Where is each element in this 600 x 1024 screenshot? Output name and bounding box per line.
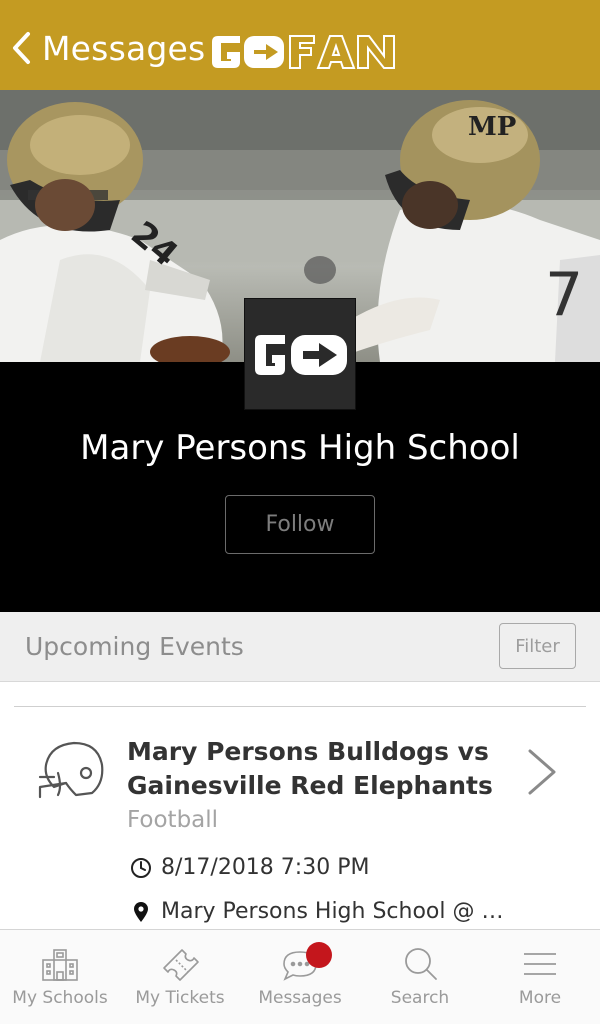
tab-label: My Tickets bbox=[135, 988, 225, 1008]
chevron-left-icon bbox=[13, 32, 30, 64]
menu-icon bbox=[524, 953, 556, 975]
back-button[interactable]: Messages bbox=[10, 28, 205, 68]
team-logo-badge bbox=[244, 298, 356, 410]
event-location-row: Mary Persons High School @ … bbox=[130, 899, 503, 924]
clock-icon bbox=[131, 857, 151, 878]
tab-search[interactable]: Search bbox=[360, 930, 480, 1024]
notification-badge bbox=[306, 942, 332, 968]
tab-my-schools[interactable]: My Schools bbox=[0, 930, 120, 1024]
back-label: Messages bbox=[42, 28, 206, 68]
tab-my-tickets[interactable]: My Tickets bbox=[120, 930, 240, 1024]
upcoming-events-title: Upcoming Events bbox=[25, 632, 244, 661]
svg-text:7: 7 bbox=[545, 260, 583, 330]
tab-label: More bbox=[518, 988, 562, 1008]
tab-label: Search bbox=[390, 988, 450, 1008]
tab-more[interactable]: More bbox=[480, 930, 600, 1024]
event-datetime-row: 8/17/2018 7:30 PM bbox=[130, 855, 369, 880]
filter-button[interactable]: Filter bbox=[499, 623, 576, 669]
svg-text:MP: MP bbox=[468, 112, 516, 142]
bottom-tab-bar: My Schools My Tickets Messages Search Mo… bbox=[0, 929, 600, 1024]
event-list-item[interactable]: Mary Persons Bulldogs vs Gainesville Red… bbox=[0, 707, 600, 929]
upcoming-events-header: Upcoming Events Filter bbox=[0, 612, 600, 682]
ticket-icon bbox=[163, 949, 199, 981]
follow-button[interactable]: Follow bbox=[225, 495, 375, 554]
gofan-logo bbox=[212, 35, 395, 69]
location-pin-icon bbox=[134, 901, 148, 922]
event-datetime: 8/17/2018 7:30 PM bbox=[161, 855, 370, 880]
tab-messages[interactable]: Messages bbox=[240, 930, 360, 1024]
event-title: Mary Persons Bulldogs vs Gainesville Red… bbox=[127, 737, 493, 800]
top-navigation-bar: Messages bbox=[0, 0, 600, 90]
event-sport: Football bbox=[127, 807, 219, 833]
search-icon bbox=[405, 948, 437, 980]
event-location: Mary Persons High School @ … bbox=[161, 899, 504, 924]
tab-label: My Schools bbox=[12, 988, 108, 1008]
football-helmet-icon bbox=[38, 741, 104, 799]
chevron-right-icon bbox=[528, 749, 556, 795]
tab-label: Messages bbox=[258, 988, 342, 1008]
team-name: Mary Persons High School bbox=[80, 428, 520, 468]
school-icon bbox=[42, 949, 78, 981]
